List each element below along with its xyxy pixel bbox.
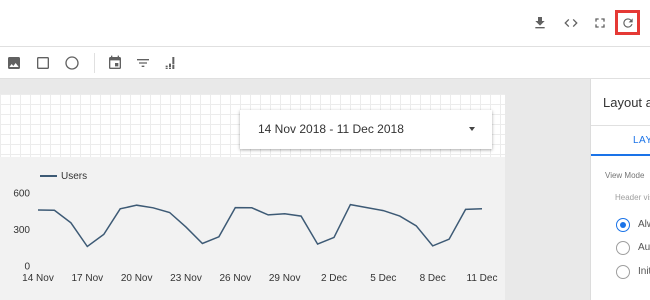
panel-title: Layout a (603, 95, 650, 110)
legend-label: Users (61, 171, 87, 182)
date-range-value: 14 Nov 2018 - 11 Dec 2018 (258, 122, 404, 136)
radio-auto[interactable] (616, 241, 630, 255)
refresh-icon[interactable] (615, 10, 640, 35)
x-tick-label: 23 Nov (170, 273, 202, 284)
time-series-chart[interactable]: Users 0 300 600 14 Nov 17 Nov 20 Nov 23 Nov 26… (0, 157, 505, 300)
tab-layout-label: LAYO (633, 135, 650, 146)
radio-always[interactable] (616, 218, 630, 232)
radio-always-label: Alw (638, 219, 650, 230)
y-tick-label: 300 (13, 225, 30, 236)
x-tick-label: 29 Nov (269, 273, 301, 284)
report-editor: 14 Nov 2018 - 11 Dec 2018 Users 0 300 600 … (0, 0, 650, 300)
rectangle-icon[interactable] (34, 54, 52, 72)
date-range-control[interactable]: 14 Nov 2018 - 11 Dec 2018 (240, 110, 492, 149)
y-tick-label: 600 (13, 189, 30, 200)
filter-icon[interactable] (134, 54, 152, 72)
dropdown-caret-icon (469, 127, 475, 131)
top-toolbar (0, 0, 650, 46)
x-tick-label: 26 Nov (219, 273, 251, 284)
toolbar-divider (94, 53, 95, 73)
fullscreen-icon[interactable] (588, 11, 612, 35)
insert-toolbar (0, 46, 650, 79)
x-tick-label: 14 Nov (22, 273, 54, 284)
view-mode-label: View Mode (605, 171, 645, 180)
x-tick-label: 8 Dec (420, 273, 446, 284)
x-tick-label: 5 Dec (370, 273, 396, 284)
y-tick-label: 0 (24, 262, 30, 273)
x-tick-label: 17 Nov (71, 273, 103, 284)
circle-icon[interactable] (63, 54, 81, 72)
series-line-users (37, 203, 483, 248)
date-range-icon[interactable] (106, 54, 124, 72)
x-tick-label: 11 Dec (467, 273, 498, 284)
embed-code-icon[interactable] (559, 11, 583, 35)
radio-initially[interactable] (616, 265, 630, 279)
header-visibility-label: Header visi (615, 193, 650, 202)
tab-layout[interactable]: LAYO (591, 125, 650, 156)
radio-initially-label: Init (638, 266, 650, 277)
data-control-icon[interactable] (162, 54, 180, 72)
download-icon[interactable] (528, 11, 552, 35)
x-tick-label: 2 Dec (321, 273, 347, 284)
radio-auto-label: Aut (638, 242, 650, 253)
image-icon[interactable] (5, 54, 23, 72)
properties-panel: Layout a LAYO View Mode Header visi Alw … (590, 79, 650, 300)
x-tick-label: 20 Nov (121, 273, 153, 284)
